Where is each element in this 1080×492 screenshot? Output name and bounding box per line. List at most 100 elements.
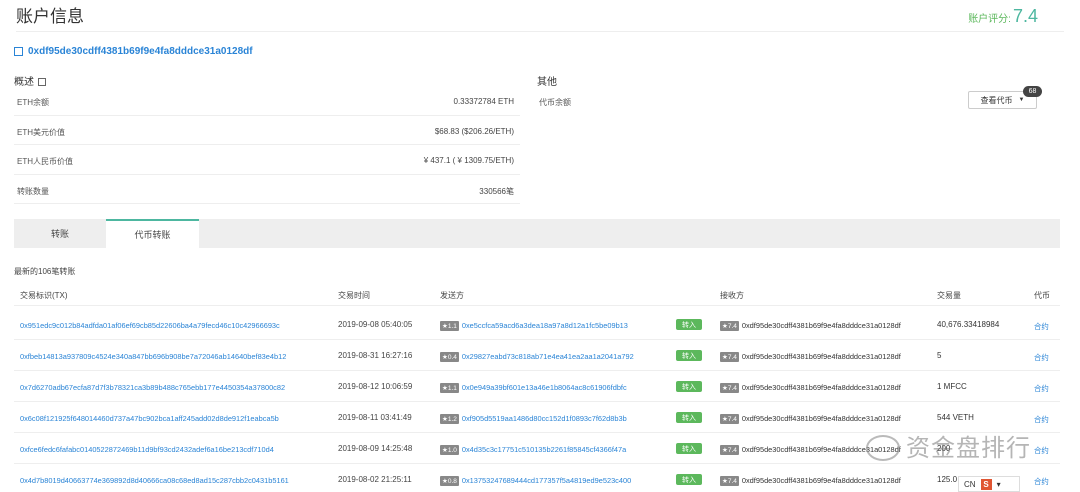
col-from: 发送方 <box>440 291 464 300</box>
contract-link[interactable]: 合约 <box>1034 383 1049 394</box>
table-header: 交易标识(TX) 交易时间 发送方 接收方 交易量 代币 <box>14 284 1060 306</box>
latest-transfers-label: 最新的106笔转账 <box>14 267 76 276</box>
tx-hash-link[interactable]: 0x6c08f121925f648014460d737a47bc902bca1a… <box>20 414 279 423</box>
account-score: 账户评分: 7.4 <box>968 6 1038 27</box>
overview-panel: ETH余额 0.33372784 ETH ETH美元价值 $68.83 ($206.… <box>14 86 520 204</box>
direction-badge: 转入 <box>676 319 702 330</box>
table-row: 0x951edc9c012b84adfda01af06ef69cb85d2260… <box>14 309 1060 340</box>
to-address: 0xdf95de30cdff4381b69f9e4fa8dddce31a0128… <box>741 383 901 392</box>
to-address: 0xdf95de30cdff4381b69f9e4fa8dddce31a0128… <box>741 352 901 361</box>
direction-badge: 转入 <box>676 381 702 392</box>
from-score-badge: ★1.0 <box>440 445 459 455</box>
to-cell: ★7.4 0xdf95de30cdff4381b69f9e4fa8dddce31a… <box>720 383 901 393</box>
col-to: 接收方 <box>720 291 744 300</box>
from-score-badge: ★1.1 <box>440 321 459 331</box>
watermark: 资金盘排行 <box>866 428 1031 463</box>
tx-hash-link[interactable]: 0x7d6270adb67ecfa87d7f3b78321ca3b89b488c… <box>20 383 285 392</box>
to-score-badge: ★7.4 <box>720 352 739 362</box>
from-score-badge: ★1.2 <box>440 414 459 424</box>
table-row: 0xfbeb14813a937809c4524e340a847bb696b908… <box>14 340 1060 371</box>
from-score-badge: ★0.8 <box>440 476 459 486</box>
tx-time: 2019-08-02 21:25:11 <box>338 475 412 484</box>
to-address: 0xdf95de30cdff4381b69f9e4fa8dddce31a0128… <box>741 476 901 485</box>
other-panel: 代币余额 <box>536 86 1042 116</box>
contract-link[interactable]: 合约 <box>1034 414 1049 425</box>
direction-badge: 转入 <box>676 412 702 423</box>
ime-toolbar[interactable]: CN S ▾ <box>958 476 1020 492</box>
direction-badge: 转入 <box>676 474 702 485</box>
tx-time: 2019-08-11 03:41:49 <box>338 413 412 422</box>
to-cell: ★7.4 0xdf95de30cdff4381b69f9e4fa8dddce31a… <box>720 321 901 331</box>
address-row: 0xdf95de30cdff4381b69f9e4fa8dddce31a0128… <box>14 44 253 58</box>
direction-badge: 转入 <box>676 350 702 361</box>
from-cell: ★1.1 0xe5ccfca59acd6a3dea18a97a8d12a1fc5b… <box>440 321 628 331</box>
contract-link[interactable]: 合约 <box>1034 352 1049 363</box>
tx-hash-link[interactable]: 0x4d7b8019d40663774e369892d8d40666ca08c6… <box>20 476 289 485</box>
from-score-badge: ★0.4 <box>440 352 459 362</box>
tx-hash-link[interactable]: 0xfbeb14813a937809c4524e340a847bb696b908… <box>20 352 286 361</box>
from-cell: ★1.1 0x0e949a39bf601e13a46e1b8064ac8c6190… <box>440 383 627 393</box>
tx-time: 2019-08-12 10:06:59 <box>338 382 413 391</box>
tab-token-transfers[interactable]: 代币转账 <box>106 219 199 248</box>
amount: 1 MFCC <box>937 382 967 391</box>
sogou-icon: S <box>980 478 992 490</box>
qr-code-icon[interactable] <box>38 78 46 86</box>
amount: 40,676.33418984 <box>937 320 1000 329</box>
from-cell: ★0.8 0x13753247689444cd177357f5a4819ed9e5… <box>440 476 631 486</box>
ime-language: CN <box>964 479 976 489</box>
token-balance-row: 代币余额 <box>539 98 571 107</box>
direction-badge: 转入 <box>676 443 702 454</box>
from-address-link[interactable]: 0x29827eabd73c818ab71e4ea41ea2aa1a2041a7… <box>462 352 634 361</box>
contract-link[interactable]: 合约 <box>1034 476 1049 487</box>
to-address: 0xdf95de30cdff4381b69f9e4fa8dddce31a0128… <box>741 321 901 330</box>
tx-time: 2019-08-31 16:27:16 <box>338 351 413 360</box>
header: 账户信息 账户评分: 7.4 <box>16 0 1064 32</box>
contract-link[interactable]: 合约 <box>1034 321 1049 332</box>
overview-row: ETH美元价值 $68.83 ($206.26/ETH) <box>14 116 520 145</box>
to-score-badge: ★7.4 <box>720 383 739 393</box>
tab-bar: 转账 代币转账 <box>14 219 1060 248</box>
from-cell: ★1.0 0x4d35c3c17751c510135b2261f85845cf43… <box>440 445 626 455</box>
to-score-badge: ★7.4 <box>720 414 739 424</box>
col-token: 代币 <box>1034 291 1050 300</box>
score-value: 7.4 <box>1012 6 1038 26</box>
overview-row: 转账数量 330566笔 <box>14 175 520 204</box>
caret-down-icon: ▼ <box>1018 97 1025 103</box>
from-address-link[interactable]: 0x0e949a39bf601e13a46e1b8064ac8c61906fdb… <box>462 383 627 392</box>
from-address-link[interactable]: 0xf905d5519aa1486d80cc152d1f0893c7f62d8b… <box>462 414 627 423</box>
copy-icon[interactable] <box>14 46 23 56</box>
from-score-badge: ★1.1 <box>440 383 459 393</box>
tab-transfers[interactable]: 转账 <box>14 219 106 248</box>
page-title: 账户信息 <box>16 7 84 26</box>
amount: 5 <box>937 351 942 360</box>
tx-hash-link[interactable]: 0x951edc9c012b84adfda01af06ef69cb85d2260… <box>20 321 280 330</box>
from-address-link[interactable]: 0x4d35c3c17751c510135b2261f85845cf4366f4… <box>462 445 626 454</box>
overview-row: ETH余额 0.33372784 ETH <box>14 86 520 116</box>
to-cell: ★7.4 0xdf95de30cdff4381b69f9e4fa8dddce31a… <box>720 352 901 362</box>
account-address[interactable]: 0xdf95de30cdff4381b69f9e4fa8dddce31a0128… <box>28 46 253 57</box>
amount: 544 VETH <box>937 413 974 422</box>
amount: 125.0 <box>937 475 958 484</box>
from-cell: ★0.4 0x29827eabd73c818ab71e4ea41ea2aa1a20… <box>440 352 634 362</box>
tx-time: 2019-09-08 05:40:05 <box>338 320 413 329</box>
from-address-link[interactable]: 0x13753247689444cd177357f5a4819ed9e523c4… <box>462 476 631 485</box>
tx-hash-link[interactable]: 0xfce6fedc6fafabc0140522872469b11d9bf93c… <box>20 445 274 454</box>
to-cell: ★7.4 0xdf95de30cdff4381b69f9e4fa8dddce31a… <box>720 476 901 486</box>
wechat-icon <box>866 435 900 461</box>
col-amount: 交易量 <box>937 291 961 300</box>
from-address-link[interactable]: 0xe5ccfca59acd6a3dea18a97a8d12a1fc5be09b… <box>462 321 628 330</box>
from-cell: ★1.2 0xf905d5519aa1486d80cc152d1f0893c7f6… <box>440 414 627 424</box>
chevron-down-icon: ▾ <box>996 479 1001 489</box>
table-row: 0x4d7b8019d40663774e369892d8d40666ca08c6… <box>14 464 1060 492</box>
to-cell: ★7.4 0xdf95de30cdff4381b69f9e4fa8dddce31a… <box>720 414 901 424</box>
table-row: 0x7d6270adb67ecfa87d7f3b78321ca3b89b488c… <box>14 371 1060 402</box>
tx-time: 2019-08-09 14:25:48 <box>338 444 413 453</box>
to-score-badge: ★7.4 <box>720 321 739 331</box>
to-score-badge: ★7.4 <box>720 476 739 486</box>
score-label: 账户评分: <box>968 14 1011 25</box>
contract-link[interactable]: 合约 <box>1034 445 1049 456</box>
to-score-badge: ★7.4 <box>720 445 739 455</box>
to-address: 0xdf95de30cdff4381b69f9e4fa8dddce31a0128… <box>741 414 901 423</box>
token-count-badge: 68 <box>1023 86 1042 97</box>
overview-row: ETH人民币价值 ¥ 437.1 ( ¥ 1309.75/ETH) <box>14 145 520 175</box>
